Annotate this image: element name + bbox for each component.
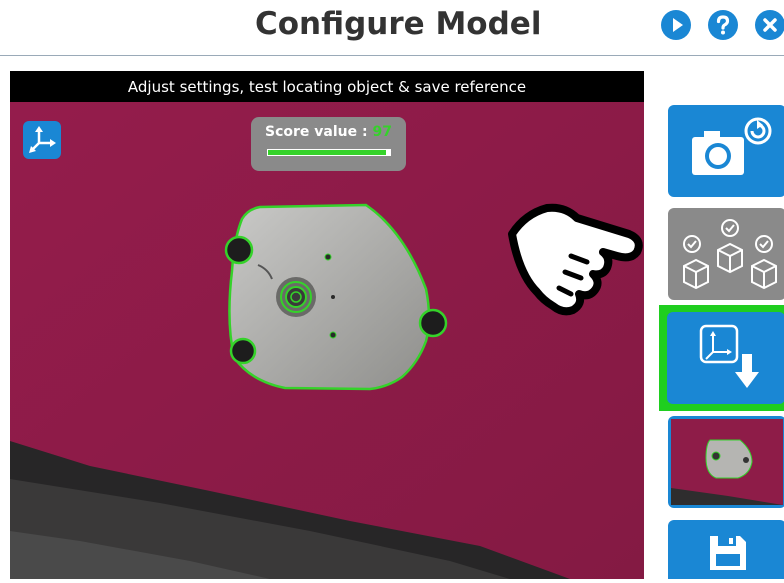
- model-thumbnail[interactable]: [668, 416, 784, 508]
- score-value: 97: [372, 124, 392, 140]
- help-button[interactable]: [708, 10, 738, 40]
- page-title: Configure Model: [255, 6, 542, 42]
- take-picture-button[interactable]: [668, 105, 784, 197]
- score-text: Score value : 97: [251, 124, 406, 140]
- close-button[interactable]: [755, 10, 784, 40]
- play-button[interactable]: [661, 10, 691, 40]
- title-bar: Configure Model: [0, 0, 784, 52]
- title-divider: [0, 55, 784, 56]
- play-icon: [673, 18, 683, 32]
- save-model-button[interactable]: [668, 520, 784, 579]
- score-progress-fill: [268, 150, 387, 155]
- save-icon: [710, 536, 746, 570]
- camera-view[interactable]: Adjust settings, test locating object & …: [10, 71, 644, 579]
- frame-axes-button[interactable]: [23, 121, 61, 159]
- part-thumbnail: [671, 419, 783, 505]
- frame-download-icon: [699, 324, 759, 388]
- instruction-banner: Adjust settings, test locating object & …: [10, 71, 644, 102]
- cubes-check-icon: [683, 219, 777, 290]
- axes-icon: [29, 126, 56, 153]
- score-label: Score value :: [265, 124, 368, 140]
- set-reference-frame-button[interactable]: [667, 312, 784, 404]
- score-progress-bar: [267, 149, 391, 156]
- close-icon: [763, 18, 777, 32]
- camera-refresh-icon: [692, 117, 772, 175]
- score-panel: Score value : 97: [251, 117, 406, 171]
- multiple-objects-button[interactable]: [668, 208, 784, 300]
- help-icon: [716, 15, 730, 35]
